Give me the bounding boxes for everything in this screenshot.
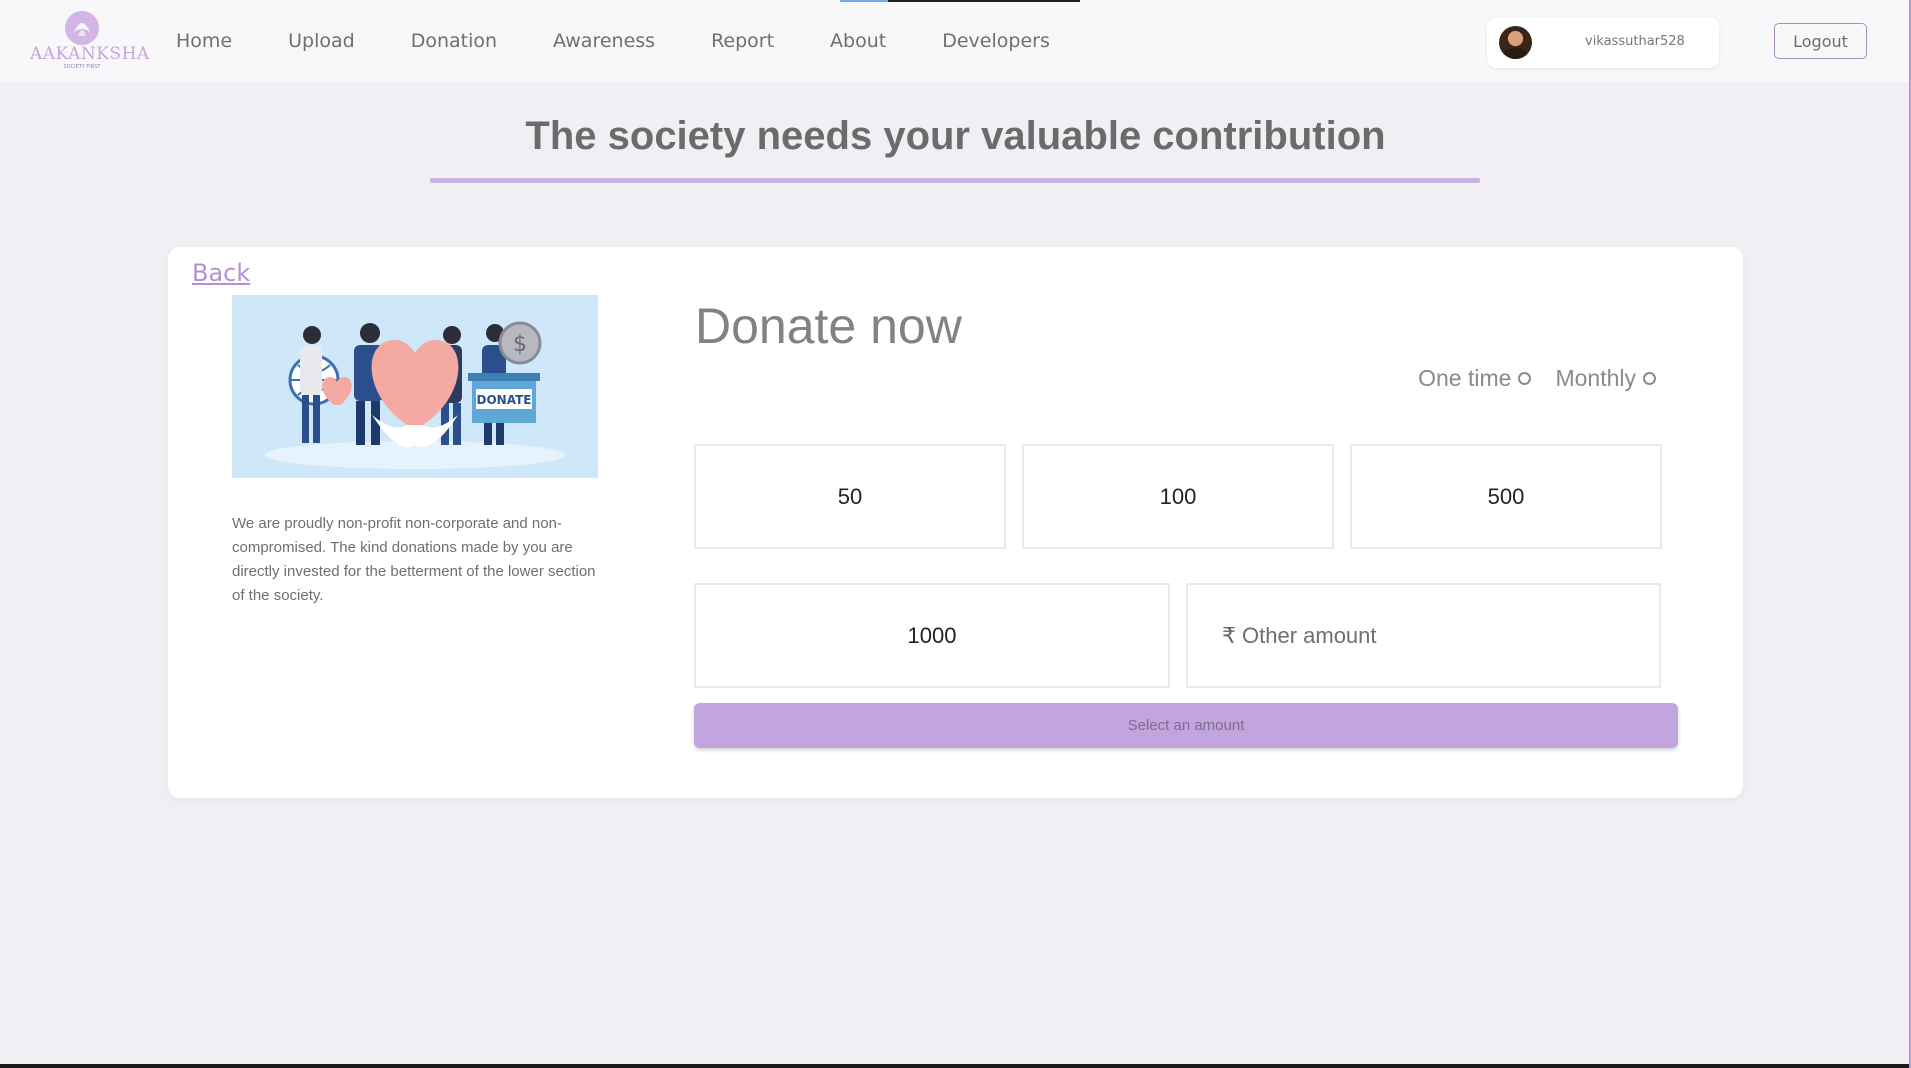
brand-logo[interactable]: AAKANKSHA SOCIETY FIRST [30,10,150,72]
frequency-option-monthly[interactable]: Monthly [1555,365,1656,392]
logout-button[interactable]: Logout [1774,23,1867,59]
nav-item-upload[interactable]: Upload [288,30,355,52]
rupee-icon: ₹ [1222,622,1236,648]
other-amount-field[interactable]: ₹ [1186,583,1661,688]
frequency-label-monthly: Monthly [1555,365,1636,391]
back-link[interactable]: Back [192,259,250,287]
lotus-icon [65,11,99,45]
page-load-progress-bar [840,0,1080,2]
people-donating-illustration: $ DONATE [265,321,565,469]
amount-option-500[interactable]: 500 [1350,444,1662,549]
title-underline [430,178,1480,183]
page-title: The society needs your valuable contribu… [525,114,1386,158]
username-label: vikassuthar528 [1585,34,1685,49]
window-bottom-edge [0,1064,1911,1068]
nav-item-developers[interactable]: Developers [942,30,1050,52]
brand-name: AAKANKSHA [30,44,150,64]
top-navbar: AAKANKSHA SOCIETY FIRST Home Upload Dona… [0,0,1911,82]
frequency-selector: One time Monthly [1418,365,1656,392]
user-profile-chip[interactable]: vikassuthar528 [1487,17,1719,68]
other-amount-input[interactable] [1242,622,1622,649]
nav-item-home[interactable]: Home [176,30,232,52]
nav-item-awareness[interactable]: Awareness [553,30,655,52]
frequency-option-one-time[interactable]: One time [1418,365,1532,392]
nav-item-report[interactable]: Report [711,30,774,52]
amount-option-50[interactable]: 50 [694,444,1006,549]
frequency-label-one-time: One time [1418,365,1512,391]
nav-item-donation[interactable]: Donation [411,30,497,52]
illustration-donate-label: DONATE [477,393,532,407]
nav-item-about[interactable]: About [830,30,886,52]
amount-option-1000[interactable]: 1000 [694,583,1170,688]
brand-tagline: SOCIETY FIRST [63,64,101,70]
main-nav: Home Upload Donation Awareness Report Ab… [176,30,1050,52]
donation-illustration: $ DONATE [232,295,598,478]
svg-text:$: $ [513,332,527,357]
donation-description: We are proudly non-profit non-corporate … [232,515,596,604]
amount-option-100[interactable]: 100 [1022,444,1334,549]
avatar [1499,26,1532,59]
donate-heading: Donate now [695,298,962,354]
radio-one-time[interactable] [1518,372,1532,385]
radio-monthly[interactable] [1643,372,1656,385]
donate-submit-button[interactable]: Select an amount [694,703,1678,748]
donation-card: Back $ DONATE We are proudly non-profit … [168,247,1743,798]
